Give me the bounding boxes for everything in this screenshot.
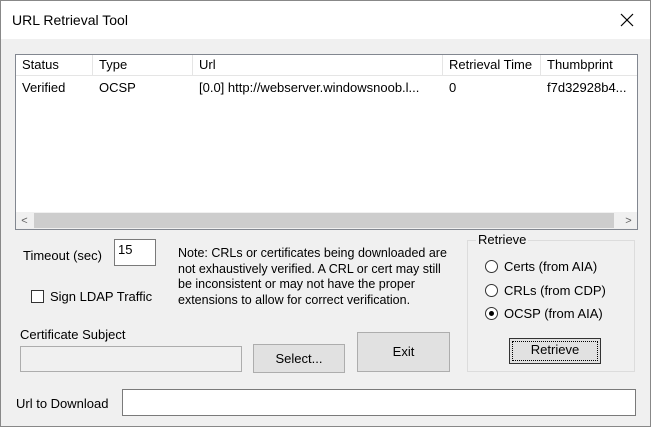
column-header-retrieval-time[interactable]: Retrieval Time xyxy=(443,55,541,75)
retrieve-button[interactable]: Retrieve xyxy=(509,338,601,364)
url-retrieval-window: URL Retrieval Tool Status Type Url Retri… xyxy=(0,0,651,427)
sign-ldap-label[interactable]: Sign LDAP Traffic xyxy=(50,289,152,304)
scroll-right-icon[interactable]: > xyxy=(620,212,637,229)
exit-button-label: Exit xyxy=(392,344,415,359)
list-header: Status Type Url Retrieval Time Thumbprin… xyxy=(16,55,637,76)
select-button[interactable]: Select... xyxy=(253,344,345,373)
url-download-label: Url to Download xyxy=(16,396,109,411)
window-title: URL Retrieval Tool xyxy=(12,12,128,28)
url-download-input[interactable] xyxy=(122,389,636,416)
timeout-label: Timeout (sec) xyxy=(23,248,102,263)
radio-certs-aia-label[interactable]: Certs (from AIA) xyxy=(504,259,597,274)
horizontal-scrollbar[interactable]: < > xyxy=(16,212,637,229)
select-button-label: Select... xyxy=(275,351,323,366)
certificate-subject-field xyxy=(20,346,242,372)
row-retrieval-time: 0 xyxy=(449,80,457,95)
close-icon xyxy=(620,13,634,27)
radio-ocsp-aia[interactable] xyxy=(485,307,498,320)
title-bar: URL Retrieval Tool xyxy=(1,1,650,39)
column-header-type[interactable]: Type xyxy=(93,55,193,75)
certificate-subject-label: Certificate Subject xyxy=(20,327,126,342)
row-type: OCSP xyxy=(99,80,136,95)
column-header-thumbprint[interactable]: Thumbprint xyxy=(541,55,637,75)
timeout-value: 15 xyxy=(118,242,133,257)
radio-crls-cdp-label[interactable]: CRLs (from CDP) xyxy=(504,283,606,298)
timeout-input[interactable]: 15 xyxy=(114,239,156,266)
sign-ldap-checkbox[interactable] xyxy=(31,290,44,303)
results-list[interactable]: Status Type Url Retrieval Time Thumbprin… xyxy=(15,54,638,230)
retrieve-group: Retrieve Certs (from AIA) CRLs (from CDP… xyxy=(467,232,635,372)
exit-button[interactable]: Exit xyxy=(357,332,450,372)
column-header-status[interactable]: Status xyxy=(16,55,93,75)
close-button[interactable] xyxy=(604,1,650,39)
scroll-thumb[interactable] xyxy=(34,213,614,228)
row-url: [0.0] http://webserver.windowsnoob.l... xyxy=(199,80,420,95)
row-status: Verified xyxy=(22,80,66,95)
scroll-left-icon[interactable]: < xyxy=(16,212,33,229)
radio-crls-cdp[interactable] xyxy=(485,284,498,297)
radio-certs-aia[interactable] xyxy=(485,260,498,273)
column-header-url[interactable]: Url xyxy=(193,55,443,75)
list-row[interactable]: Verified OCSP [0.0] http://webserver.win… xyxy=(16,79,637,97)
retrieve-button-label: Retrieve xyxy=(530,342,580,357)
verification-note: Note: CRLs or certificates being downloa… xyxy=(178,246,447,307)
retrieve-group-title: Retrieve xyxy=(476,232,529,247)
radio-ocsp-aia-label[interactable]: OCSP (from AIA) xyxy=(504,306,603,321)
row-thumbprint: f7d32928b4... xyxy=(547,80,627,95)
